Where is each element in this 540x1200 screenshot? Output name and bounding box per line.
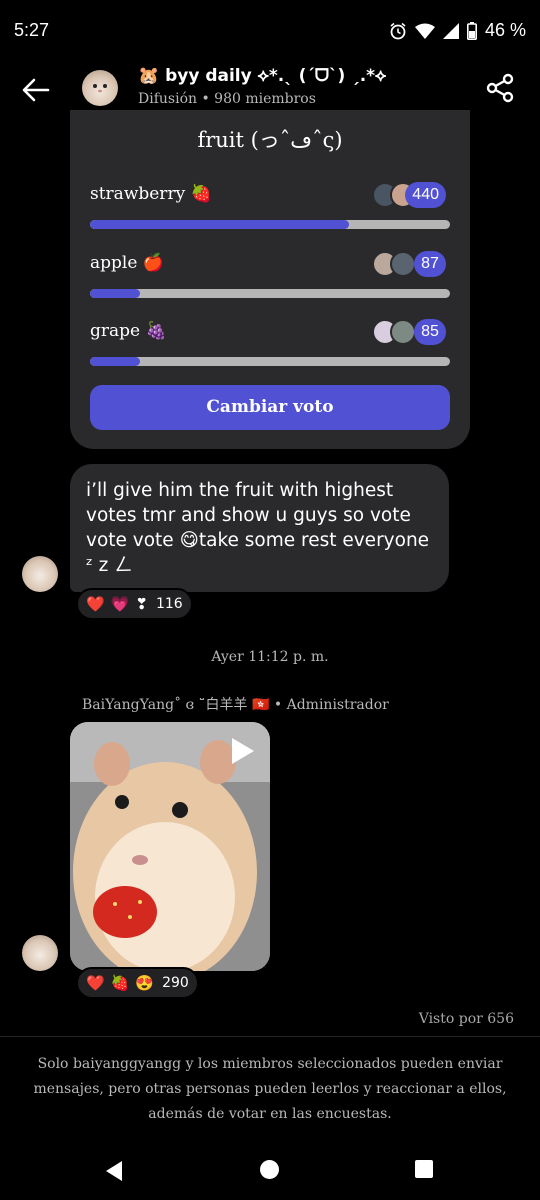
channel-avatar[interactable]	[82, 70, 118, 106]
vote-count[interactable]: 440	[405, 182, 446, 208]
voter-avatars	[372, 319, 416, 345]
status-bar: 5:27 46 %	[0, 0, 540, 62]
vote-bar	[90, 357, 450, 366]
reaction-count: 290	[162, 975, 189, 991]
vote-count[interactable]: 85	[414, 319, 446, 345]
vote-bar-fill	[90, 357, 141, 366]
nav-home-icon[interactable]	[260, 1160, 279, 1179]
poll-option-label: apple 🍎	[90, 253, 164, 273]
battery-icon	[466, 21, 477, 40]
sender-avatar[interactable]	[22, 556, 58, 592]
heart-exclamation-icon: ❣	[135, 595, 148, 613]
video-thumbnail[interactable]	[70, 722, 270, 971]
alarm-icon	[390, 22, 406, 39]
reaction-count: 116	[155, 596, 183, 612]
reaction-pill[interactable]: ❤️ 💗 ❣ 116	[76, 588, 193, 620]
channel-subtitle: Difusión • 980 miembros	[138, 91, 316, 107]
poll-card: fruit (っˆڡˆς) strawberry 🍓 440 apple 🍎 8…	[70, 110, 470, 449]
poll-option-strawberry[interactable]: strawberry 🍓 440	[90, 182, 450, 244]
heart-icon: ❤️	[86, 974, 105, 992]
heart-eyes-icon: 😍	[135, 974, 155, 992]
system-nav-bar	[0, 1140, 540, 1200]
voter-avatar	[390, 251, 416, 277]
hamster-avatar-icon	[93, 84, 107, 93]
signal-icon	[442, 22, 459, 39]
message-bubble[interactable]: i’ll give him the fruit with highest vot…	[70, 464, 449, 592]
voter-avatar	[390, 319, 416, 345]
reaction-pill[interactable]: ❤️ 🍓 😍 290	[76, 967, 199, 999]
vote-bar-fill	[90, 289, 141, 298]
change-vote-button[interactable]: Cambiar voto	[90, 385, 450, 430]
vote-bar	[90, 289, 450, 298]
battery-percent: 46 %	[484, 20, 526, 40]
poll-title: fruit (っˆڡˆς)	[197, 128, 343, 152]
date-separator: Ayer 11:12 p. m.	[211, 649, 329, 665]
vote-bar-fill	[90, 220, 350, 229]
status-time: 5:27	[14, 20, 50, 40]
strawberry-icon: 🍓	[110, 974, 130, 992]
vote-count[interactable]: 87	[414, 251, 446, 277]
vote-bar	[90, 220, 450, 229]
channel-title[interactable]: 🐹 byy daily ⟡*.ˎ (ˊᗜˋ) ˏ.*⟡	[138, 66, 386, 86]
sender-name[interactable]: BaiYangYang˚ ɞ ˘̈白羊羊 🇭🇰 • Administrador	[82, 694, 389, 714]
poll-option-grape[interactable]: grape 🍇 85	[90, 319, 450, 381]
poll-option-label: grape 🍇	[90, 321, 167, 341]
pink-heart-icon: 💗	[110, 595, 130, 613]
nav-back-icon[interactable]	[104, 1160, 124, 1182]
seen-by-label[interactable]: Visto por 656	[419, 1011, 514, 1027]
share-icon[interactable]	[484, 72, 516, 104]
status-icons: 46 %	[389, 20, 526, 41]
play-icon[interactable]	[230, 736, 256, 766]
divider	[0, 1036, 540, 1037]
wifi-icon	[414, 23, 435, 39]
heart-icon: ❤️	[86, 595, 105, 613]
back-arrow-icon[interactable]	[18, 72, 54, 108]
broadcast-notice: Solo baiyanggyangg y los miembros selecc…	[33, 1056, 507, 1122]
poll-option-label: strawberry 🍓	[90, 184, 212, 204]
nav-recents-icon[interactable]	[415, 1160, 433, 1178]
voter-avatars	[372, 251, 416, 277]
poll-option-apple[interactable]: apple 🍎 87	[90, 251, 450, 313]
sender-avatar[interactable]	[22, 935, 58, 971]
